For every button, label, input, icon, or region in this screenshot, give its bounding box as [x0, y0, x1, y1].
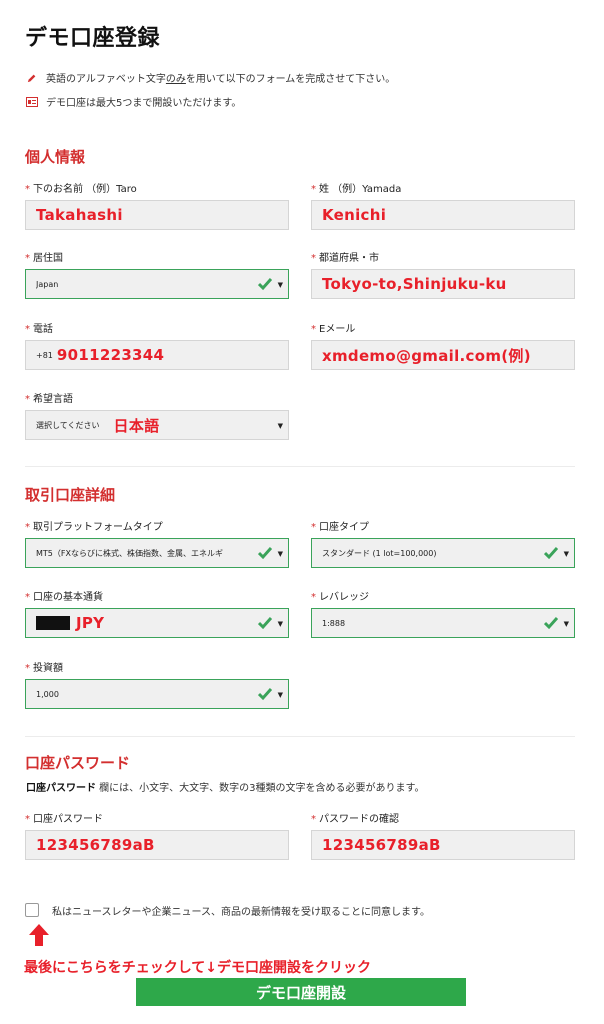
country-select[interactable]: Japan ▼	[25, 269, 289, 299]
account-type-select[interactable]: スタンダード (1 lot=100,000) ▼	[311, 538, 575, 568]
pencil-icon	[27, 74, 36, 82]
account-type-value: スタンダード (1 lot=100,000)	[322, 548, 437, 558]
label-leverage: * レバレッジ	[311, 592, 369, 603]
label-account-type: * 口座タイプ	[311, 522, 369, 533]
last-name-field[interactable]: Kenichi	[311, 200, 575, 230]
investment-value: 1,000	[36, 689, 59, 699]
check-icon	[258, 688, 272, 701]
currency-value: JPY	[76, 614, 105, 632]
note-alphabet-only: のみ	[165, 74, 186, 85]
platform-select[interactable]: MT5（FXならびに株式、株価指数、金属、エネルギ ▼	[25, 538, 289, 568]
divider	[25, 466, 575, 467]
check-icon	[544, 617, 558, 630]
phone-code: +81	[36, 350, 53, 360]
redaction-mask	[36, 616, 70, 630]
newsletter-consent-label: 私はニュースレターや企業ニュース、商品の最新情報を受け取ることに同意します。	[52, 907, 430, 918]
label-city: * 都道府県・市	[311, 253, 379, 264]
section-trading: 取引口座詳細	[25, 486, 116, 504]
check-icon	[258, 278, 272, 291]
leverage-value: 1:888	[322, 618, 346, 628]
first-name-value: Takahashi	[36, 206, 123, 224]
password-value: 123456789aB	[36, 836, 155, 854]
label-language: * 希望言語	[25, 394, 73, 405]
investment-select[interactable]: 1,000 ▼	[25, 679, 289, 709]
label-investment: * 投資額	[25, 663, 63, 674]
check-icon	[258, 547, 272, 560]
caret-down-icon: ▼	[277, 550, 283, 558]
caret-down-icon: ▼	[277, 691, 283, 699]
arrow-up-icon	[29, 924, 49, 946]
language-select[interactable]: 選択してください 日本語 ▼	[25, 410, 289, 440]
password-confirm-value: 123456789aB	[322, 836, 441, 854]
language-placeholder: 選択してください	[36, 420, 100, 430]
first-name-field[interactable]: Takahashi	[25, 200, 289, 230]
platform-value: MT5（FXならびに株式、株価指数、金属、エネルギ	[36, 548, 223, 558]
label-phone: * 電話	[25, 324, 53, 335]
phone-field[interactable]: +81 9011223344	[25, 340, 289, 370]
note-alphabet-pre: 英語のアルファベット文字	[46, 74, 166, 85]
password-field[interactable]: 123456789aB	[25, 830, 289, 860]
label-email: * Eメール	[311, 324, 356, 335]
section-password: 口座パスワード	[25, 754, 131, 772]
last-name-value: Kenichi	[322, 206, 387, 224]
label-password: * 口座パスワード	[25, 814, 103, 825]
password-description: 口座パスワード 欄には、小文字、大文字、数字の3種類の文字を含める必要があります…	[26, 783, 425, 794]
instruction-text: 最後にこちらをチェックして↓デモ口座開設をクリック	[24, 960, 372, 976]
label-country: * 居住国	[25, 253, 63, 264]
phone-value: 9011223344	[56, 346, 165, 364]
language-value: 日本語	[113, 416, 160, 435]
country-value: Japan	[36, 279, 59, 289]
caret-down-icon: ▼	[277, 281, 283, 289]
email-value: xmdemo@gmail.com(例)	[322, 346, 531, 365]
caret-down-icon: ▼	[563, 620, 569, 628]
city-field[interactable]: Tokyo-to,Shinjuku-ku	[311, 269, 575, 299]
newsletter-checkbox[interactable]	[25, 903, 39, 917]
caret-down-icon: ▼	[277, 620, 283, 628]
note-alphabet: 英語のアルファベット文字のみを用いて以下のフォームを完成させて下さい。	[26, 70, 395, 85]
password-confirm-field[interactable]: 123456789aB	[311, 830, 575, 860]
city-value: Tokyo-to,Shinjuku-ku	[322, 275, 507, 293]
note-alphabet-post: を用いて以下のフォームを完成させて下さい。	[185, 74, 396, 85]
caret-down-icon: ▼	[563, 550, 569, 558]
label-currency: * 口座の基本通貨	[25, 592, 103, 603]
label-last-name: * 姓 （例）Yamada	[311, 184, 402, 195]
section-personal: 個人情報	[25, 148, 86, 166]
note-limit-text: デモ口座は最大5つまで開設いただけます。	[46, 98, 242, 109]
currency-select[interactable]: JPY ▼	[25, 608, 289, 638]
label-first-name: * 下のお名前 （例）Taro	[25, 184, 137, 195]
note-limit: デモ口座は最大5つまで開設いただけます。	[26, 94, 241, 109]
label-platform: * 取引プラットフォームタイプ	[25, 522, 163, 533]
label-password-confirm: * パスワードの確認	[311, 814, 399, 825]
check-icon	[258, 617, 272, 630]
email-field[interactable]: xmdemo@gmail.com(例)	[311, 340, 575, 370]
check-icon	[544, 547, 558, 560]
divider	[25, 736, 575, 737]
caret-down-icon: ▼	[277, 422, 283, 430]
page-title: デモ口座登録	[25, 26, 161, 51]
open-demo-account-button[interactable]: デモ口座開設	[136, 978, 466, 1006]
id-card-icon	[26, 96, 38, 107]
leverage-select[interactable]: 1:888 ▼	[311, 608, 575, 638]
